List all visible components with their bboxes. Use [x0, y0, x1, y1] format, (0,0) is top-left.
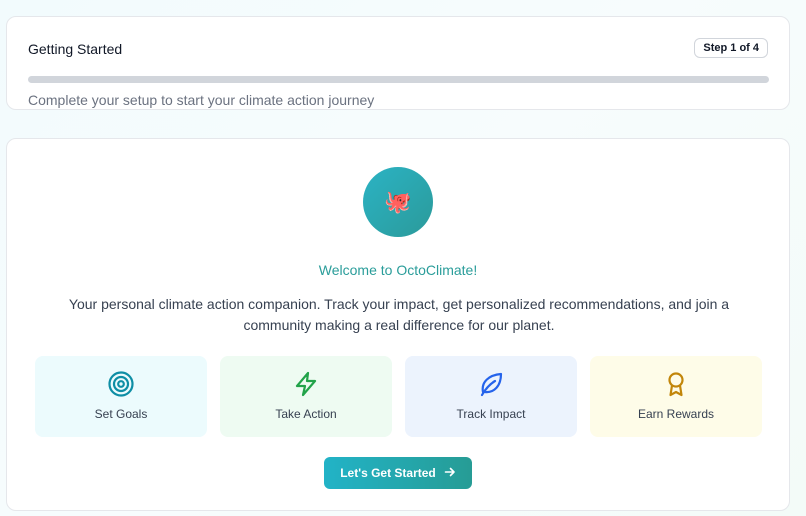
step-badge: Step 1 of 4 [694, 38, 768, 58]
get-started-button[interactable]: Let's Get Started [324, 457, 472, 489]
get-started-label: Let's Get Started [340, 466, 436, 480]
target-icon [35, 370, 207, 398]
arrow-right-icon [444, 466, 456, 481]
welcome-card: 🐙 Welcome to OctoClimate! Your personal … [6, 138, 790, 511]
feature-card-track-impact: Track Impact [405, 356, 577, 437]
feature-label: Track Impact [456, 407, 526, 421]
progress-subtitle: Complete your setup to start your climat… [28, 92, 375, 108]
octopus-icon: 🐙 [384, 189, 412, 214]
welcome-description: Your personal climate action companion. … [68, 296, 730, 333]
feature-label: Earn Rewards [637, 407, 715, 421]
leaf-icon [405, 370, 577, 398]
feature-card-take-action: Take Action [220, 356, 392, 437]
app-logo: 🐙 [363, 167, 433, 237]
award-icon [590, 370, 762, 398]
feature-card-earn-rewards: Earn Rewards [590, 356, 762, 437]
progress-card: Getting Started Step 1 of 4 Complete you… [6, 16, 790, 110]
feature-card-set-goals: Set Goals [35, 356, 207, 437]
progress-bar [28, 76, 769, 83]
progress-title: Getting Started [28, 41, 123, 57]
feature-label: Set Goals [94, 407, 148, 421]
welcome-title: Welcome to OctoClimate! [318, 262, 478, 278]
feature-label: Take Action [275, 407, 337, 421]
lightning-icon [220, 370, 392, 398]
